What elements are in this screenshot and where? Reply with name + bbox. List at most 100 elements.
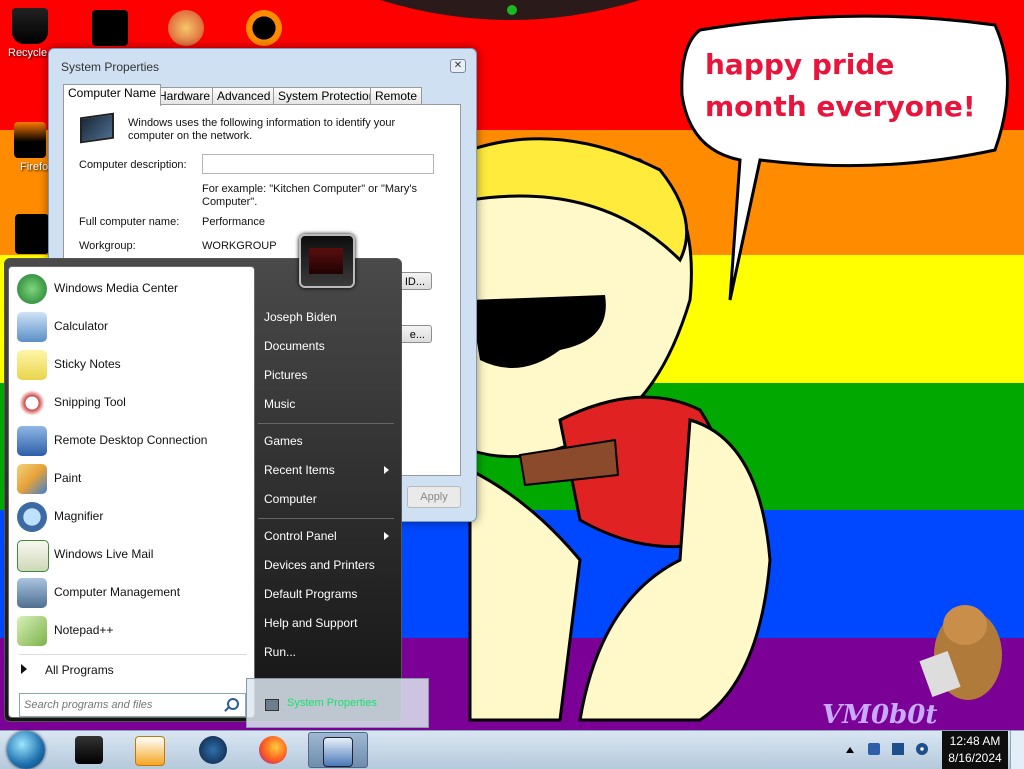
start-menu-programs-pane: Windows Media Center Calculator Sticky N… [8,266,255,718]
computer-management-icon [17,578,47,608]
show-desktop-button[interactable] [1010,731,1024,769]
globe-icon [199,736,227,764]
paint-icon [17,464,47,494]
program-calculator[interactable]: Calculator [15,309,251,345]
user-account-picture[interactable] [299,234,355,288]
firefox-icon [14,122,46,158]
start-link-music[interactable]: Music [264,397,295,411]
system-properties-icon [265,699,279,711]
taskbar-clock[interactable]: 12:48 AM 8/16/2024 [942,731,1008,769]
workgroup-label: Workgroup: [79,240,136,252]
start-link-pictures[interactable]: Pictures [264,368,307,382]
taskbar-thumbnail-preview[interactable]: System Properties [246,678,429,728]
tab-remote[interactable]: Remote [370,87,423,105]
network-icon[interactable] [892,743,904,755]
start-links-separator [258,423,394,424]
program-icon [15,214,49,254]
taskbar-button-system-properties[interactable] [308,732,368,768]
start-link-games[interactable]: Games [264,434,303,448]
program-icon [75,736,103,764]
calculator-icon [17,312,47,342]
system-properties-icon [323,737,353,767]
program-label: Snipping Tool [54,395,126,409]
program-label: Computer Management [54,585,181,599]
notepad-plus-plus-icon [17,616,47,646]
taskbar-button-media-player[interactable] [124,732,174,766]
speech-bubble-text: happy pride month everyone! [705,48,976,123]
program-notepad-plus-plus[interactable]: Notepad++ [15,613,251,649]
workgroup-value: WORKGROUP [202,240,277,252]
program-label: Windows Media Center [54,281,179,295]
start-link-default-programs[interactable]: Default Programs [264,587,357,601]
desktop-icon-program[interactable] [148,10,224,46]
computer-description-label: Computer description: [79,159,187,171]
start-link-documents[interactable]: Documents [264,339,325,353]
computer-description-field[interactable] [202,154,434,174]
program-snipping-tool[interactable]: Snipping Tool [15,385,251,421]
taskbar-button-program[interactable] [64,732,114,766]
wallpaper-watermark: VM0b0t [822,700,938,730]
window-title: System Properties [61,60,160,74]
program-label: Remote Desktop Connection [54,433,208,447]
remote-desktop-icon [17,426,47,456]
search-icon[interactable] [227,698,239,710]
taskbar-button-firefox[interactable] [248,732,298,766]
taskbar-button-globe[interactable] [188,732,238,766]
wallpaper-green-dot [507,5,517,15]
chevron-right-icon [21,664,27,674]
start-menu[interactable]: Windows Media Center Calculator Sticky N… [4,234,402,722]
action-center-icon[interactable] [868,743,880,755]
window-titlebar[interactable]: System Properties ✕ [49,49,476,79]
show-hidden-icons-button[interactable] [846,747,854,753]
search-input[interactable] [22,696,222,714]
all-programs-button[interactable]: All Programs [21,663,114,677]
start-search-box[interactable] [19,693,246,717]
program-computer-management[interactable]: Computer Management [15,575,251,611]
full-computer-name-label: Full computer name: [79,216,180,228]
program-paint[interactable]: Paint [15,461,251,497]
volume-icon[interactable] [916,743,928,755]
program-windows-media-center[interactable]: Windows Media Center [15,271,251,307]
apply-button[interactable]: Apply [407,486,461,508]
desktop-icon-program[interactable] [226,10,302,46]
start-link-recent-items[interactable]: Recent Items [264,463,335,477]
start-links-separator [258,518,394,519]
close-button[interactable]: ✕ [450,59,466,73]
all-programs-label: All Programs [45,663,114,677]
tab-advanced[interactable]: Advanced [212,87,276,105]
magnifier-icon [17,502,47,532]
tab-hardware[interactable]: Hardware [153,87,216,105]
program-remote-desktop-connection[interactable]: Remote Desktop Connection [15,423,251,459]
snipping-tool-icon [17,388,47,418]
start-link-devices-and-printers[interactable]: Devices and Printers [264,558,375,572]
start-link-user[interactable]: Joseph Biden [264,310,337,324]
intro-text: Windows uses the following information t… [128,117,396,142]
taskbar: 12:48 AM 8/16/2024 [0,730,1024,769]
program-label: Sticky Notes [54,357,121,371]
start-button[interactable] [7,731,45,769]
tab-system-protection[interactable]: System Protection [273,87,381,105]
media-player-icon [135,736,165,766]
start-link-control-panel[interactable]: Control Panel [264,529,337,543]
tab-computer-name[interactable]: Computer Name [63,84,162,106]
example-text: For example: "Kitchen Computer" or "Mary… [202,183,417,208]
recycle-bin-icon [12,8,48,44]
clock-time: 12:48 AM [949,734,1001,748]
desktop-icon-program[interactable] [72,10,148,46]
computer-icon [80,112,114,144]
hamster-head [943,605,987,645]
program-icon [246,10,282,46]
start-link-computer[interactable]: Computer [264,492,317,506]
program-magnifier[interactable]: Magnifier [15,499,251,535]
clock-date: 8/16/2024 [948,751,1002,765]
preview-label: System Properties [287,697,377,709]
program-windows-live-mail[interactable]: Windows Live Mail [15,537,251,573]
notification-area [840,731,938,769]
programs-separator [19,654,247,655]
program-icon [168,10,204,46]
start-link-help-and-support[interactable]: Help and Support [264,616,357,630]
program-label: Magnifier [54,509,104,523]
start-link-run[interactable]: Run... [264,645,296,659]
program-label: Calculator [54,319,109,333]
program-sticky-notes[interactable]: Sticky Notes [15,347,251,383]
